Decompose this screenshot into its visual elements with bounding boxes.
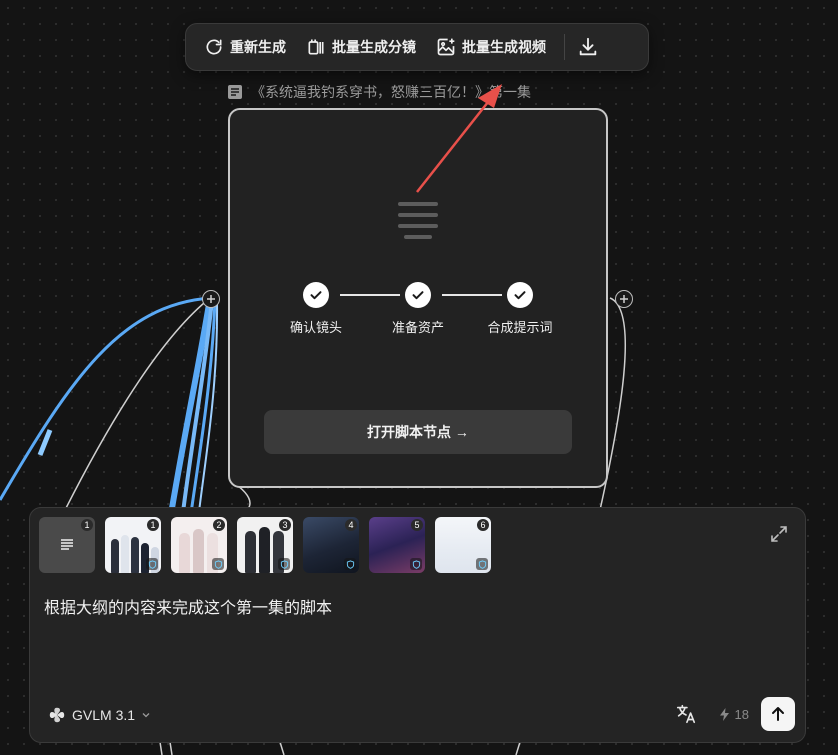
batch-toolbar: 重新生成 批量生成分镜 批量生成视频 [185, 23, 649, 71]
script-placeholder-icon [398, 202, 440, 242]
asset-number: 2 [213, 519, 225, 531]
node-title: 《系统逼我钓系穿书，怒赚三百亿！》第一集 [227, 82, 531, 102]
arrow-up-icon [772, 707, 784, 721]
document-icon [228, 85, 242, 99]
model-name: GVLM 3.1 [72, 707, 136, 723]
batch-video-label: 批量生成视频 [462, 39, 546, 55]
model-selector[interactable]: GVLM 3.1 [48, 706, 151, 724]
step-prepare-assets: 准备资产 [373, 282, 463, 336]
script-node-card[interactable]: 确认镜头 准备资产 合成提示词 打开脚本节点 → [228, 108, 608, 488]
check-icon [405, 282, 431, 308]
step-confirm-shots: 确认镜头 [271, 282, 361, 336]
asset-thumb-image[interactable]: 2 [171, 517, 227, 573]
check-icon [507, 282, 533, 308]
asset-number: 1 [81, 519, 93, 531]
storyboard-icon [308, 39, 324, 55]
batch-video-button[interactable]: 批量生成视频 [426, 30, 556, 64]
refresh-icon [206, 39, 222, 55]
asset-number: 5 [411, 519, 423, 531]
asset-number: 4 [345, 519, 357, 531]
open-script-node-button[interactable]: 打开脚本节点 → [264, 410, 572, 454]
toolbar-divider [564, 34, 565, 60]
step-label: 确认镜头 [289, 320, 342, 335]
input-port[interactable] [202, 290, 220, 308]
lightning-icon [719, 708, 729, 721]
asset-thumb-image[interactable]: 3 [237, 517, 293, 573]
shield-icon [212, 558, 224, 570]
asset-thumb-document[interactable]: 1 [39, 517, 95, 573]
step-compose-prompt: 合成提示词 [475, 282, 565, 336]
batch-storyboard-button[interactable]: 批量生成分镜 [296, 30, 426, 64]
asset-thumb-image[interactable]: 4 [303, 517, 359, 573]
batch-storyboard-label: 批量生成分镜 [332, 39, 416, 55]
shield-icon [410, 558, 422, 570]
credit-cost: 18 [719, 707, 749, 722]
asset-strip: 1 1 2 3 4 5 6 [39, 517, 491, 573]
asset-number: 1 [147, 519, 159, 531]
node-title-text: 《系统逼我钓系穿书，怒赚三百亿！》第一集 [251, 84, 531, 100]
shield-icon [278, 558, 290, 570]
shield-icon [146, 558, 158, 570]
step-label: 准备资产 [391, 320, 444, 335]
asset-thumb-image[interactable]: 1 [105, 517, 161, 573]
plus-icon [207, 295, 215, 303]
model-logo-icon [49, 707, 65, 723]
regenerate-label: 重新生成 [230, 39, 286, 55]
document-icon [61, 539, 73, 550]
output-port[interactable] [615, 290, 633, 308]
asset-number: 3 [279, 519, 291, 531]
image-sparkle-icon [437, 38, 455, 56]
asset-number: 6 [477, 519, 489, 531]
prompt-input[interactable]: 根据大纲的内容来完成这个第一集的脚本 [44, 594, 332, 618]
step-label: 合成提示词 [487, 320, 553, 335]
plus-icon [620, 295, 628, 303]
asset-thumb-image[interactable]: 5 [369, 517, 425, 573]
check-icon [303, 282, 329, 308]
translate-icon[interactable] [675, 703, 697, 725]
send-button[interactable] [761, 697, 795, 731]
chevron-down-icon [142, 713, 150, 718]
credit-value: 18 [734, 707, 749, 722]
shield-icon [344, 558, 356, 570]
expand-icon[interactable] [769, 524, 789, 544]
download-icon [579, 37, 597, 56]
regenerate-button[interactable]: 重新生成 [194, 30, 296, 64]
shield-icon [476, 558, 488, 570]
download-button[interactable] [571, 30, 605, 64]
prompt-panel: 1 1 2 3 4 5 6 根据大纲的内容来完成这个第一集的脚本 GVLM 3.… [29, 507, 806, 743]
asset-thumb-image[interactable]: 6 [435, 517, 491, 573]
